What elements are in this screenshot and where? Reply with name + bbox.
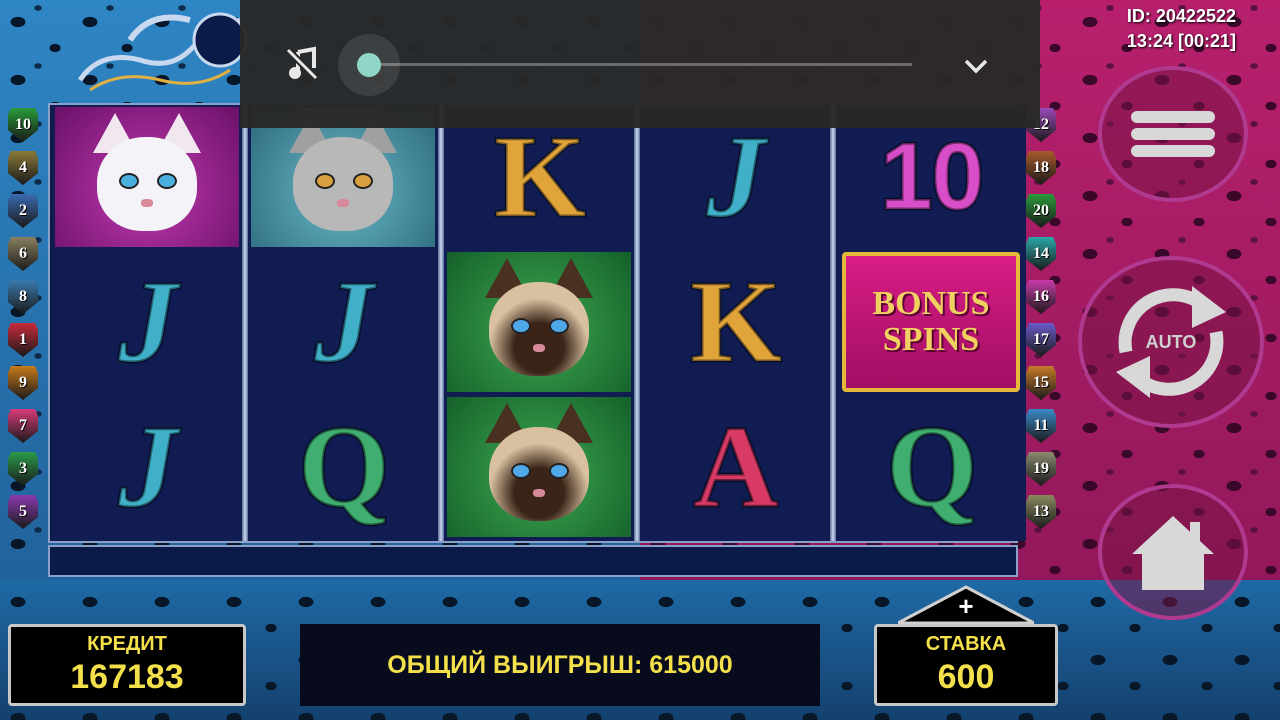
symbol-a: A	[692, 401, 780, 532]
bet-increase-button[interactable]: +	[898, 585, 1034, 625]
right-line-badge: 13	[1026, 495, 1056, 529]
left-line-badge: 2	[8, 194, 38, 228]
home-icon	[1132, 516, 1214, 590]
game-logo-ornament	[77, 12, 248, 92]
autoplay-label: AUTO	[1145, 331, 1197, 352]
reels-area: J J J Q K J K A 10 BONUS SPINS Q	[48, 103, 1026, 543]
left-line-badge: 7	[8, 409, 38, 443]
bonus-line-1: BONUS	[872, 285, 990, 323]
reel-cell	[444, 395, 634, 539]
volume-slider-track[interactable]	[370, 63, 912, 66]
symbol-cat-siamese	[447, 397, 631, 537]
bet-label: СТАВКА	[925, 633, 1007, 655]
bonus-line-2: SPINS	[882, 321, 980, 358]
reel-cell: Q	[248, 395, 438, 539]
symbol-cat-siamese	[447, 252, 631, 392]
symbol-cat-white	[55, 107, 239, 247]
symbol-j: J	[117, 256, 179, 387]
symbol-10: 10	[878, 123, 986, 230]
reel-5: 10 BONUS SPINS Q	[836, 105, 1026, 541]
bet-increase-label: +	[958, 591, 973, 621]
reel-cell: J	[52, 250, 242, 394]
right-line-badge: 16	[1026, 280, 1056, 314]
session-info: ID: 20422522 13:24 [00:21]	[1127, 4, 1236, 54]
left-line-badge: 3	[8, 452, 38, 486]
reel-cell: A	[640, 395, 830, 539]
session-time: 13:24 [00:21]	[1126, 31, 1236, 51]
reel-3: K	[444, 105, 634, 541]
home-button[interactable]	[1098, 484, 1248, 620]
reel-4: JKA	[640, 105, 830, 541]
symbol-j: J	[705, 111, 767, 242]
right-line-indicators: 12 18 20 14 16 17 15 11 19 13	[1026, 108, 1062, 538]
right-line-badge: 18	[1026, 151, 1056, 185]
bet-panel[interactable]: СТАВКА 600	[874, 624, 1058, 706]
volume-slider-thumb[interactable]	[357, 53, 381, 77]
menu-button[interactable]	[1098, 66, 1248, 202]
reels-bottom-strip	[48, 545, 1018, 577]
left-line-badge: 4	[8, 151, 38, 185]
reel-cell: K	[640, 250, 830, 394]
symbol-k: K	[493, 111, 588, 242]
menu-icon	[1131, 106, 1215, 162]
left-line-badge: 6	[8, 237, 38, 271]
reel-cell: Q	[836, 395, 1026, 539]
symbol-j: J	[313, 256, 375, 387]
reel-2: JQ	[248, 105, 438, 541]
total-win-text: ОБЩИЙ ВЫИГРЫШ: 615000	[387, 650, 733, 679]
left-line-badge: 1	[8, 323, 38, 357]
right-line-badge: 20	[1026, 194, 1056, 228]
left-line-badge: 9	[8, 366, 38, 400]
music-off-icon[interactable]	[284, 46, 320, 82]
reel-cell: J	[52, 395, 242, 539]
left-line-badge: 8	[8, 280, 38, 314]
reel-cell: J	[248, 250, 438, 394]
symbol-j: J	[117, 401, 179, 532]
reel-1: JJ	[52, 105, 242, 541]
session-id: ID: 20422522	[1126, 6, 1236, 26]
reel-cell: BONUS SPINS	[836, 250, 1026, 394]
symbol-q: Q	[297, 401, 392, 532]
autoplay-button[interactable]: AUTO	[1078, 256, 1264, 428]
symbol-k: K	[689, 256, 784, 387]
left-line-badge: 10	[8, 108, 38, 142]
reel-cell	[444, 250, 634, 394]
right-line-badge: 14	[1026, 237, 1056, 271]
symbol-q: Q	[885, 401, 980, 532]
media-volume-overlay	[240, 0, 1040, 128]
symbol-bonus-spins: BONUS SPINS	[842, 252, 1020, 392]
credit-panel: КРЕДИТ 167183	[8, 624, 246, 706]
symbol-cat-silver	[251, 107, 435, 247]
left-line-indicators: 10 4 2 6 8 1 9 7 3 5	[8, 108, 44, 538]
right-line-badge: 11	[1026, 409, 1056, 443]
left-line-badge: 5	[8, 495, 38, 529]
total-win-panel: ОБЩИЙ ВЫИГРЫШ: 615000	[300, 624, 820, 706]
chevron-down-icon[interactable]	[960, 50, 992, 82]
reel-cell	[52, 105, 242, 249]
right-line-badge: 15	[1026, 366, 1056, 400]
right-line-badge: 19	[1026, 452, 1056, 486]
right-line-badge: 17	[1026, 323, 1056, 357]
credit-label: КРЕДИТ	[87, 633, 167, 655]
bet-value: 600	[937, 658, 995, 696]
credit-value: 167183	[70, 658, 184, 696]
